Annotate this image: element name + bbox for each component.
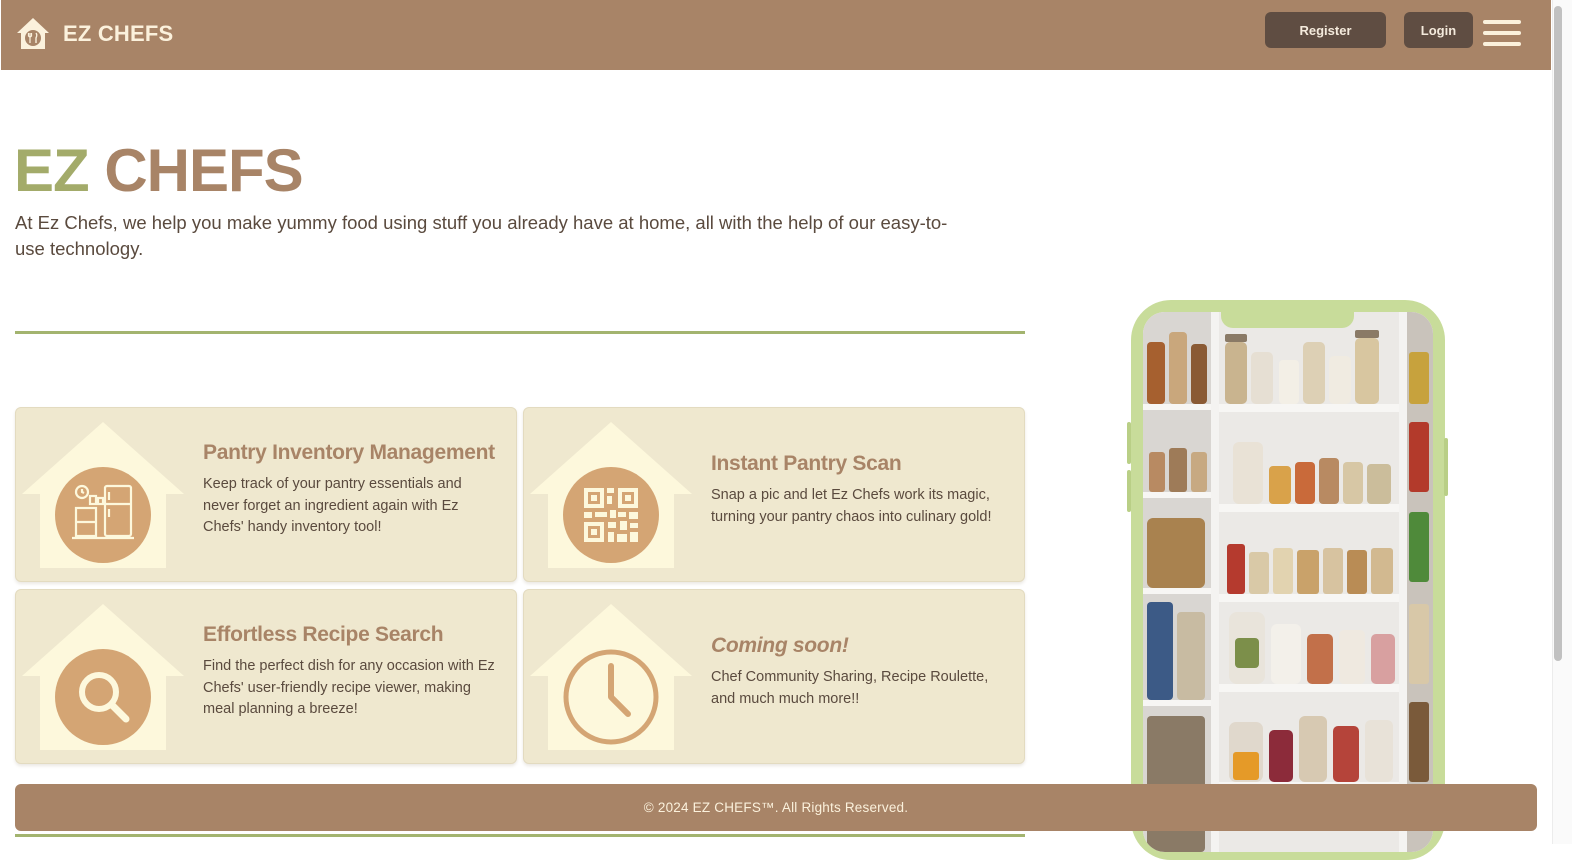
search-icon <box>22 604 184 750</box>
feature-title: Instant Pantry Scan <box>711 452 902 475</box>
pantry-inventory-icon <box>22 422 184 568</box>
clock-icon <box>530 604 692 750</box>
section-divider <box>15 331 1025 334</box>
hamburger-menu-icon[interactable] <box>1483 20 1521 46</box>
hero-title-part1: EZ <box>14 137 90 204</box>
feature-title: Effortless Recipe Search <box>203 623 444 646</box>
hero-title-part2: CHEFS <box>104 137 303 204</box>
phone-notch <box>1221 312 1354 328</box>
hero-description: At Ez Chefs, we help you make yummy food… <box>15 212 948 259</box>
phone-volume-button <box>1127 422 1131 464</box>
feature-card-pantry-inventory[interactable]: Pantry Inventory Management Keep track o… <box>15 407 517 582</box>
feature-description: Find the perfect dish for any occasion w… <box>203 658 495 717</box>
copyright-text: © 2024 EZ CHEFS™. All Rights Reserved. <box>643 800 909 815</box>
register-button[interactable]: Register <box>1265 12 1386 48</box>
phone-power-button <box>1444 438 1448 496</box>
login-button[interactable]: Login <box>1404 12 1473 48</box>
pantry-shelves-image <box>1143 312 1433 852</box>
feature-title: Pantry Inventory Management <box>203 441 495 464</box>
hero-title: EZ CHEFS <box>14 136 304 206</box>
feature-description: Keep track of your pantry essentials and… <box>203 476 462 535</box>
top-navbar: EZ CHEFS Register Login <box>1 0 1551 70</box>
feature-card-recipe-search[interactable]: Effortless Recipe Search Find the perfec… <box>15 589 517 764</box>
feature-description: Snap a pic and let Ez Chefs work its mag… <box>711 487 992 525</box>
qr-code-icon <box>530 422 692 568</box>
feature-title: Coming soon! <box>711 634 849 657</box>
feature-description: Chef Community Sharing, Recipe Roulette,… <box>711 669 989 707</box>
house-chef-icon <box>17 18 49 49</box>
scrollbar-thumb[interactable] <box>1554 6 1562 661</box>
feature-card-pantry-scan[interactable]: Instant Pantry Scan Snap a pic and let E… <box>523 407 1025 582</box>
brand[interactable]: EZ CHEFS <box>15 16 173 52</box>
section-divider-bottom <box>15 834 1025 837</box>
brand-name: EZ CHEFS <box>63 21 174 46</box>
feature-card-coming-soon[interactable]: Coming soon! Chef Community Sharing, Rec… <box>523 589 1025 764</box>
footer: © 2024 EZ CHEFS™. All Rights Reserved. <box>15 784 1537 831</box>
phone-volume-button <box>1127 470 1131 512</box>
